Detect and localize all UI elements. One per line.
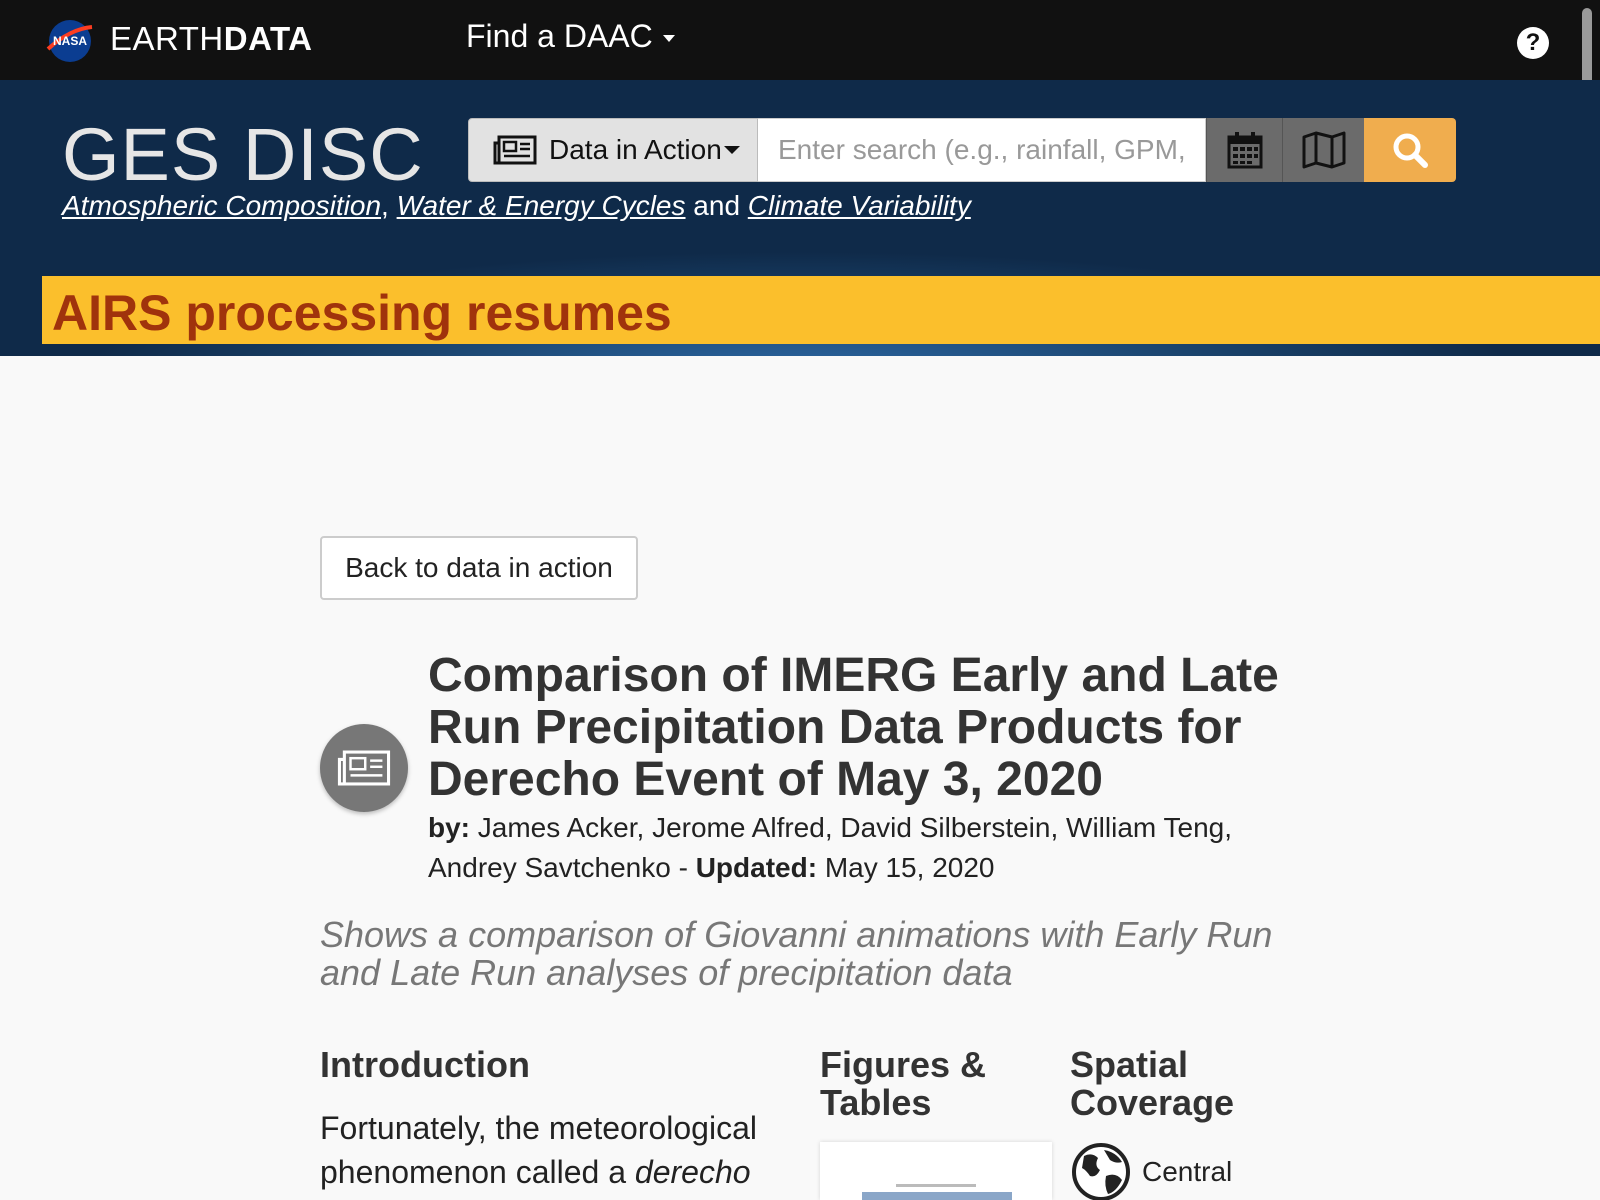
figures-tables-heading: Figures & Tables (820, 1044, 987, 1123)
caret-down-icon (723, 146, 740, 154)
map-icon (1302, 131, 1345, 169)
search-submit-button[interactable] (1364, 118, 1456, 182)
search-input[interactable] (758, 118, 1206, 182)
map-button[interactable] (1282, 118, 1364, 182)
article-type-badge (320, 724, 408, 812)
caret-down-icon (662, 35, 675, 43)
article-title: Comparison of IMERG Early and Late Run P… (428, 649, 1279, 806)
calendar-button[interactable] (1206, 118, 1282, 182)
globe-icon (1072, 1143, 1130, 1200)
search-bar: Data in Action (468, 118, 1456, 182)
figure-thumbnail[interactable] (820, 1142, 1052, 1200)
link-climate-variability[interactable]: Climate Variability (748, 190, 971, 221)
newspaper-icon (337, 750, 391, 786)
earthdata-topbar: NASA EARTHDATA Find a DAAC ? (0, 0, 1600, 80)
search-icon (1393, 133, 1428, 168)
find-daac-menu[interactable]: Find a DAAC (466, 18, 675, 55)
nasa-logo[interactable]: NASA (46, 19, 94, 63)
article-updated-date: May 15, 2020 (824, 852, 995, 883)
help-icon[interactable]: ? (1517, 27, 1549, 59)
introduction-heading: Introduction (320, 1044, 530, 1085)
site-tagline: Atmospheric Composition, Water & Energy … (62, 190, 971, 221)
tagline-and: and (693, 190, 741, 221)
link-water-energy-cycles[interactable]: Water & Energy Cycles (397, 190, 686, 221)
site-header: GES DISC Atmospheric Composition, Water … (0, 80, 1600, 356)
site-title[interactable]: GES DISC (62, 112, 424, 197)
calendar-icon (1227, 132, 1262, 169)
link-atmospheric-composition[interactable]: Atmospheric Composition (62, 190, 381, 221)
spatial-coverage-value: Central (1142, 1156, 1233, 1187)
introduction-text: Fortunately, the meteorological phenomen… (320, 1110, 757, 1190)
newspaper-icon (493, 135, 537, 165)
svg-text:NASA: NASA (53, 34, 87, 48)
spatial-coverage-heading: Spatial Coverage (1070, 1044, 1235, 1123)
article-byline: by: James Acker, Jerome Alfred, David Si… (428, 812, 1233, 883)
article-summary: Shows a comparison of Giovanni animation… (320, 914, 1273, 993)
back-to-data-in-action-button[interactable]: Back to data in action (320, 536, 638, 600)
alert-banner[interactable]: AIRS processing resumes (42, 276, 1600, 344)
earthdata-brand[interactable]: EARTHDATA (110, 20, 313, 58)
search-category-select[interactable]: Data in Action (468, 118, 758, 182)
